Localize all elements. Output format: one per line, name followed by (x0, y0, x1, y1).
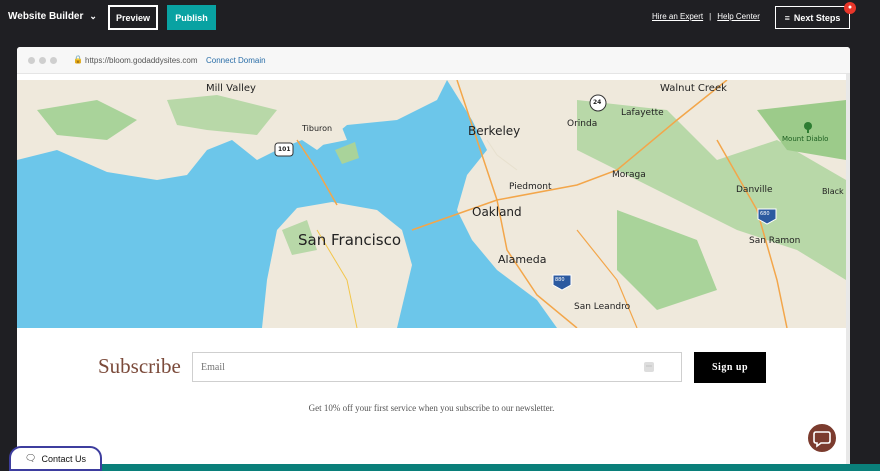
message-icon: 🗨 (25, 453, 37, 463)
map-label-oakland: Oakland (472, 205, 522, 219)
map-label-alameda: Alameda (498, 253, 547, 266)
help-center-link[interactable]: Help Center (717, 12, 760, 21)
next-steps-label: Next Steps (793, 12, 841, 23)
map-label-mount-diablo: Mount Diablo (782, 135, 829, 143)
list-icon: ≡ (784, 12, 790, 23)
map-label-moraga: Moraga (612, 170, 646, 180)
map-label-berkeley: Berkeley (468, 124, 521, 138)
subscribe-offer-text: Get 10% off your first service when you … (308, 403, 555, 413)
map-label-san-francisco: San Francisco (298, 231, 402, 249)
publish-button[interactable]: Publish (167, 5, 216, 30)
map-label-black: Black (822, 187, 844, 196)
contact-us-button[interactable]: 🗨 Contact Us (9, 446, 102, 471)
chevron-down-icon: ⌄ (89, 11, 97, 21)
editor-gutter (850, 36, 880, 471)
link-separator: | (709, 12, 712, 21)
ca24-label: 24 (593, 99, 602, 106)
map-embed[interactable]: Mill Valley Tiburon Berkeley Orinda Lafa… (17, 80, 846, 328)
map-label-san-leandro: San Leandro (574, 302, 631, 312)
map-label-walnut-creek: Walnut Creek (660, 83, 727, 94)
window-dots (28, 57, 57, 64)
brand-label: Website Builder (8, 11, 84, 22)
contact-us-label: Contact Us (41, 453, 86, 464)
subscribe-section: Subscribe ⋯ Sign up Get 10% off your fir… (17, 328, 846, 471)
site-url: https://bloom.godaddysites.com (85, 56, 198, 65)
preview-scrollbar[interactable] (846, 74, 850, 471)
map-label-piedmont: Piedmont (509, 182, 552, 192)
browser-url-bar: 🔒 https://bloom.godaddysites.com Connect… (17, 47, 850, 74)
subscribe-title: Subscribe (98, 354, 181, 378)
map-label-danville: Danville (736, 185, 773, 195)
bottom-bar (100, 464, 880, 471)
map-label-orinda: Orinda (567, 119, 598, 129)
autofill-icon[interactable]: ⋯ (644, 362, 654, 372)
us101-label: 101 (278, 146, 291, 153)
chat-bubble-button[interactable] (806, 422, 838, 454)
site-preview-frame: 🔒 https://bloom.godaddysites.com Connect… (17, 47, 850, 471)
email-input[interactable] (192, 352, 682, 382)
i680-label: 680 (760, 211, 770, 217)
help-links: Hire an Expert | Help Center (652, 12, 760, 21)
notification-bell-icon[interactable]: ● (844, 2, 856, 14)
website-builder-menu[interactable]: Website Builder ⌄ (8, 11, 97, 22)
top-toolbar: Website Builder ⌄ Preview Publish Hire a… (0, 0, 880, 36)
connect-domain-link[interactable]: Connect Domain (206, 56, 266, 65)
sign-up-button[interactable]: Sign up (694, 352, 766, 383)
map-label-tiburon: Tiburon (302, 124, 333, 133)
preview-button[interactable]: Preview (108, 5, 158, 30)
map-label-san-ramon: San Ramon (749, 236, 801, 246)
map-graphic (17, 80, 846, 328)
lock-icon: 🔒 (73, 55, 83, 64)
hire-expert-link[interactable]: Hire an Expert (652, 12, 703, 21)
map-label-mill-valley: Mill Valley (206, 83, 256, 94)
i880-label: 880 (555, 277, 565, 283)
map-label-lafayette: Lafayette (621, 108, 664, 118)
chat-icon (813, 431, 831, 448)
next-steps-button[interactable]: ≡ Next Steps (775, 6, 850, 29)
